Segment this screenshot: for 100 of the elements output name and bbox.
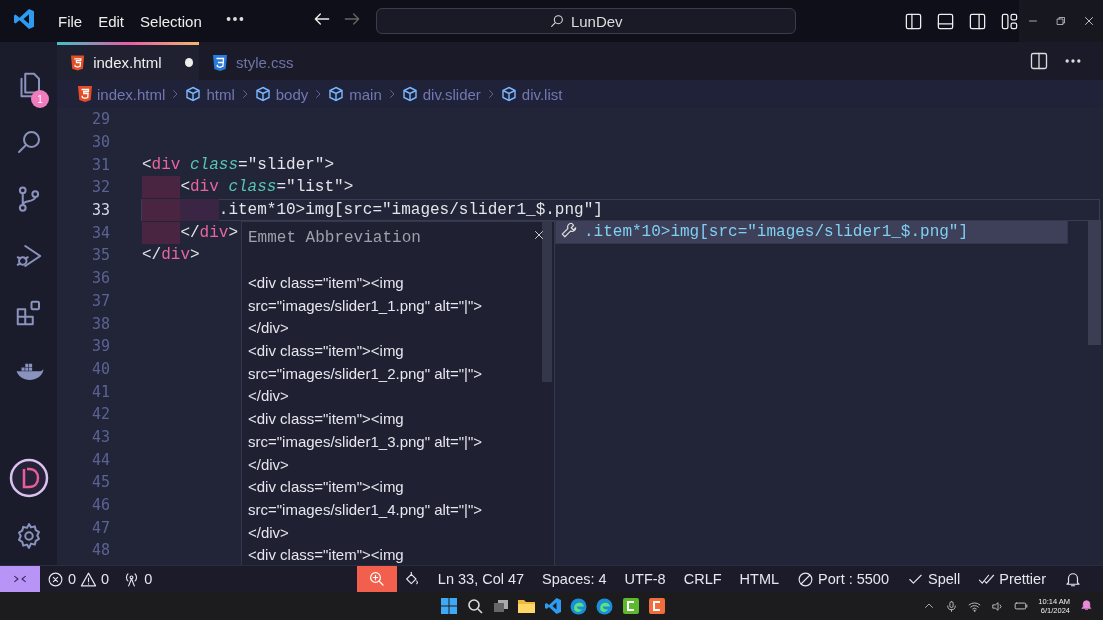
notification-badge: 1	[31, 90, 49, 108]
line-number: 47	[90, 518, 110, 537]
code-line: <div class="list">	[141, 176, 1100, 199]
scrollbar-thumb[interactable]	[542, 222, 552, 382]
microphone-icon[interactable]	[945, 599, 959, 613]
preview-line: src="images/slider1_4.png" alt="|">	[248, 499, 484, 520]
line-number: 39	[90, 337, 110, 356]
bell-icon[interactable]	[1064, 570, 1082, 588]
line-number: 41	[90, 382, 110, 401]
line-ending-status[interactable]: CRLF	[676, 566, 729, 592]
preview-line: <div class="item"><img	[248, 273, 405, 293]
breadcrumb-item[interactable]: body	[254, 85, 309, 103]
menu-item[interactable]: Selection	[132, 8, 210, 34]
spell-status[interactable]: Spell	[900, 566, 968, 592]
preview-line: </div>	[248, 454, 290, 475]
split-editor-icon[interactable]	[1029, 51, 1049, 71]
menu-item[interactable]: Edit	[90, 8, 133, 34]
line-number: 33	[90, 201, 110, 220]
speaker-icon[interactable]	[991, 599, 1005, 613]
windows-start-icon[interactable]	[440, 598, 457, 614]
preview-line: </div>	[248, 386, 290, 407]
close-icon[interactable]	[532, 228, 546, 242]
cube-icon	[500, 86, 517, 102]
cube-icon	[185, 86, 202, 102]
suggestion-item[interactable]: .item*10>img[src="images/slider1_$.png"]	[555, 220, 1068, 244]
html-file-icon	[71, 54, 85, 71]
line-number: 30	[90, 133, 110, 152]
preview-line: <div class="item"><img	[248, 409, 405, 430]
error-icon	[47, 570, 64, 588]
wrench-icon	[560, 220, 578, 239]
breadcrumb-item[interactable]: div.slider	[401, 85, 481, 103]
preview-line: </div>	[248, 318, 290, 339]
css-file-icon	[213, 54, 227, 71]
ports-status[interactable]: 0	[116, 566, 160, 592]
battery-icon[interactable]	[1014, 599, 1029, 613]
cube-icon	[401, 86, 418, 102]
search-icon[interactable]	[466, 598, 483, 614]
preview-line: <div class="item"><img	[248, 545, 405, 565]
line-number: 44	[90, 450, 110, 469]
cube-icon	[328, 86, 345, 102]
line-number: 37	[90, 291, 110, 310]
preview-line: src="images/slider1_1.png" alt="|">	[248, 295, 484, 316]
layout-icon[interactable]	[999, 11, 1019, 31]
command-center[interactable]: LunDev	[375, 8, 796, 34]
cursor-position[interactable]: Ln 33, Col 47	[430, 566, 532, 592]
live-server-status[interactable]: Port : 5500	[790, 566, 896, 592]
line-number: 34	[90, 223, 110, 242]
line-number: 43	[90, 427, 110, 446]
wifi-icon[interactable]	[968, 599, 982, 613]
code-editor-icon[interactable]	[544, 598, 561, 614]
unsaved-dot	[184, 58, 193, 67]
line-number: 38	[90, 314, 110, 333]
popup-title: Emmet Abbreviation	[248, 229, 421, 249]
indentation-status[interactable]: Spaces: 4	[535, 566, 614, 592]
windows-stack-icon[interactable]	[492, 598, 509, 614]
preview-line: src="images/slider1_3.png" alt="|">	[248, 431, 484, 452]
line-number: 46	[90, 496, 110, 515]
cube-icon	[254, 86, 271, 102]
line-number: 29	[90, 110, 110, 129]
account-icon[interactable]	[8, 458, 49, 498]
line-number: 40	[90, 359, 110, 378]
html-file-icon	[78, 86, 92, 102]
language-status[interactable]: HTML	[732, 566, 787, 592]
code-line: </div>	[141, 245, 201, 267]
folder-icon[interactable]	[518, 598, 535, 614]
paint-bucket-icon[interactable]	[403, 571, 420, 587]
line-number: 42	[90, 405, 110, 424]
line-number: 31	[90, 155, 110, 174]
zoom-button[interactable]	[356, 566, 397, 592]
menu-item[interactable]: File	[50, 8, 91, 34]
restore-icon[interactable]	[1055, 15, 1067, 27]
breadcrumb-item[interactable]: index.html	[78, 85, 166, 103]
bracket-app-icon[interactable]	[648, 598, 665, 614]
line-number: 32	[90, 178, 110, 197]
problems-status[interactable]: 0 0	[40, 566, 117, 592]
close-icon[interactable]	[1082, 14, 1096, 28]
prettier-status[interactable]: Prettier	[971, 566, 1053, 592]
warning-icon	[80, 570, 98, 588]
letter-app-icon[interactable]	[622, 598, 639, 614]
breadcrumb-item[interactable]: div.list	[500, 85, 563, 103]
scrollbar-thumb[interactable]	[1088, 220, 1101, 345]
breadcrumb-item[interactable]: html	[185, 85, 235, 103]
preview-line: <div class="item"><img	[248, 477, 405, 498]
panel-toggle-icon[interactable]	[935, 11, 955, 31]
breadcrumb-item[interactable]: main	[328, 85, 382, 103]
preview-line: <div class="item"><img	[248, 341, 405, 362]
editor-tab[interactable]: index.html	[57, 42, 199, 80]
line-number: 48	[90, 541, 110, 560]
sidebar-toggle-icon[interactable]	[903, 11, 923, 31]
secondary-sidebar-icon[interactable]	[967, 11, 987, 31]
code-editor-logo-icon	[12, 7, 36, 31]
line-number: 45	[90, 473, 110, 492]
line-number: 36	[90, 269, 110, 288]
preview-line: src="images/slider1_2.png" alt="|">	[248, 363, 484, 384]
bell-icon[interactable]	[1080, 598, 1093, 611]
search-icon	[548, 13, 565, 29]
zoom-in-icon	[367, 570, 386, 588]
encoding-status[interactable]: UTF-8	[617, 566, 673, 592]
no-entry-icon	[797, 570, 815, 588]
line-number: 35	[90, 246, 110, 265]
